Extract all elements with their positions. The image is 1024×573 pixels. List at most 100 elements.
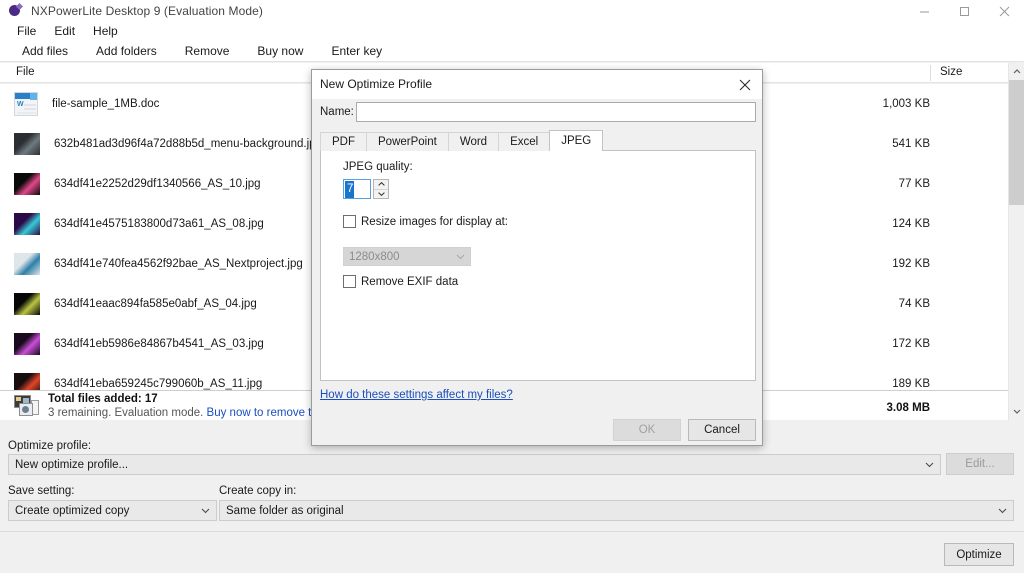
image-thumbnail xyxy=(14,213,40,235)
create-copy-value: Same folder as original xyxy=(226,504,344,517)
jpeg-quality-value: 7 xyxy=(345,180,355,198)
dialog-name-label: Name: xyxy=(320,106,354,118)
tab-pdf[interactable]: PDF xyxy=(320,132,367,151)
dialog-name-row: Name: xyxy=(312,99,762,129)
dialog-tabs: PDF PowerPoint Word Excel JPEG xyxy=(320,130,604,151)
minimize-icon[interactable] xyxy=(904,0,944,22)
file-name: 634df41e2252d29df1340566_AS_10.jpg xyxy=(54,178,261,190)
total-size-value: 3.08 MB xyxy=(886,402,930,414)
jpeg-quality-stepper[interactable] xyxy=(373,179,389,199)
evaluation-notice: 3 remaining. Evaluation mode. Buy now to… xyxy=(48,407,351,419)
image-thumbnail xyxy=(14,133,40,155)
save-setting-select[interactable]: Create optimized copy xyxy=(8,500,217,521)
image-thumbnail xyxy=(14,373,40,390)
buy-now-button[interactable]: Buy now xyxy=(243,42,317,60)
tab-powerpoint[interactable]: PowerPoint xyxy=(366,132,449,151)
jpeg-tab-panel: JPEG quality: 7 Resize images for displa… xyxy=(320,150,756,381)
chevron-down-icon xyxy=(998,508,1007,514)
optimize-profile-value: New optimize profile... xyxy=(15,458,129,471)
column-divider[interactable] xyxy=(930,65,931,81)
file-name: file-sample_1MB.doc xyxy=(52,98,160,110)
file-name: 634df41eaac894fa585e0abf_AS_04.jpg xyxy=(54,298,257,310)
menu-item-edit[interactable]: Edit xyxy=(45,23,84,39)
save-setting-label-text: Save setting: xyxy=(8,485,75,497)
total-files-label: Total files added: 17 xyxy=(48,393,158,405)
tab-jpeg[interactable]: JPEG xyxy=(549,130,604,151)
file-size: 189 KB xyxy=(892,378,930,390)
new-optimize-profile-dialog: New Optimize Profile Name: PDF PowerPoint… xyxy=(311,69,763,446)
file-size: 1,003 KB xyxy=(882,98,930,110)
remove-button[interactable]: Remove xyxy=(171,42,244,60)
jpeg-quality-label: JPEG quality: xyxy=(343,161,413,173)
dialog-cancel-button[interactable]: Cancel xyxy=(688,419,756,441)
chevron-down-icon xyxy=(201,508,210,514)
remove-exif-label: Remove EXIF data xyxy=(361,275,459,288)
chevron-down-icon xyxy=(925,462,934,468)
image-thumbnail xyxy=(14,293,40,315)
stepper-down-icon[interactable] xyxy=(374,190,388,199)
file-name: 634df41e4575183800d73a61_AS_08.jpg xyxy=(54,218,264,230)
file-name: 634df41eba659245c799060b_AS_11.jpg xyxy=(54,378,263,390)
menu-item-file[interactable]: File xyxy=(8,23,45,39)
dialog-close-icon[interactable] xyxy=(728,70,762,99)
optimize-profile-select[interactable]: New optimize profile... xyxy=(8,454,941,475)
app-logo-icon xyxy=(8,2,24,19)
create-copy-label: Create copy in: xyxy=(219,485,296,497)
image-thumbnail xyxy=(14,173,40,195)
maximize-icon[interactable] xyxy=(944,0,984,22)
file-name: 634df41e740fea4562f92bae_AS_Nextproject.… xyxy=(54,258,303,270)
resize-images-label: Resize images for display at: xyxy=(361,215,509,228)
evaluation-notice-text: 3 remaining. Evaluation mode. xyxy=(48,407,207,419)
file-size: 74 KB xyxy=(898,298,930,310)
scroll-up-icon[interactable] xyxy=(1009,63,1024,80)
create-copy-label-text: Create copy in: xyxy=(219,485,297,497)
profile-name-input[interactable] xyxy=(356,102,756,122)
settings-help-link[interactable]: How do these settings affect my files? xyxy=(320,389,513,401)
optimize-button-label: Optimize xyxy=(956,548,1002,561)
tab-word[interactable]: Word xyxy=(447,132,500,151)
resize-dimension-value: 1280x800 xyxy=(349,250,400,263)
file-size: 77 KB xyxy=(898,178,930,190)
save-setting-value: Create optimized copy xyxy=(15,504,130,517)
optimize-profile-label-text: Optimize profile: xyxy=(8,440,92,452)
edit-profile-button[interactable]: Edit... xyxy=(946,453,1014,475)
file-list-scrollbar[interactable] xyxy=(1008,63,1024,420)
file-size: 541 KB xyxy=(892,138,930,150)
jpeg-quality-input[interactable]: 7 xyxy=(343,179,371,199)
file-size: 192 KB xyxy=(892,258,930,270)
resize-images-checkbox[interactable] xyxy=(343,215,356,228)
scroll-down-icon[interactable] xyxy=(1009,403,1024,420)
create-copy-select[interactable]: Same folder as original xyxy=(219,500,1014,521)
edit-profile-label: Edit... xyxy=(965,458,995,470)
column-header-size[interactable]: Size xyxy=(940,66,962,78)
window-controls xyxy=(904,0,1024,22)
file-size: 172 KB xyxy=(892,338,930,350)
word-document-icon: W xyxy=(14,92,38,116)
title-bar: NXPowerLite Desktop 9 (Evaluation Mode) xyxy=(0,0,1024,22)
add-folders-button[interactable]: Add folders xyxy=(82,42,171,60)
scrollbar-thumb[interactable] xyxy=(1009,80,1024,205)
dialog-title: New Optimize Profile xyxy=(320,77,433,91)
file-name: 634df41eb5986e84867b4541_AS_03.jpg xyxy=(54,338,264,350)
file-name: 632b481ad3d96f4a72d88b5d_menu-background… xyxy=(54,138,322,150)
close-icon[interactable] xyxy=(984,0,1024,22)
tab-excel[interactable]: Excel xyxy=(498,132,551,151)
image-thumbnail xyxy=(14,333,40,355)
add-files-button[interactable]: Add files xyxy=(8,42,82,60)
dialog-ok-button[interactable]: OK xyxy=(613,419,681,441)
menu-bar: File Edit Help xyxy=(0,22,1024,40)
remove-exif-checkbox-row[interactable]: Remove EXIF data xyxy=(343,275,458,288)
application-window: NXPowerLite Desktop 9 (Evaluation Mode) … xyxy=(0,0,1024,573)
menu-item-help[interactable]: Help xyxy=(84,23,127,39)
column-header-file[interactable]: File xyxy=(16,66,35,78)
optimize-button[interactable]: Optimize xyxy=(944,543,1014,566)
resize-dimension-select[interactable]: 1280x800 xyxy=(343,247,471,266)
chevron-down-icon xyxy=(456,251,465,263)
resize-images-checkbox-row[interactable]: Resize images for display at: xyxy=(343,215,508,228)
remove-exif-checkbox[interactable] xyxy=(343,275,356,288)
toolbar: Add files Add folders Remove Buy now Ent… xyxy=(0,40,1024,62)
window-title: NXPowerLite Desktop 9 (Evaluation Mode) xyxy=(31,4,264,18)
stepper-up-icon[interactable] xyxy=(374,180,388,190)
save-setting-label: Save setting: xyxy=(8,485,74,497)
enter-key-button[interactable]: Enter key xyxy=(317,42,396,60)
